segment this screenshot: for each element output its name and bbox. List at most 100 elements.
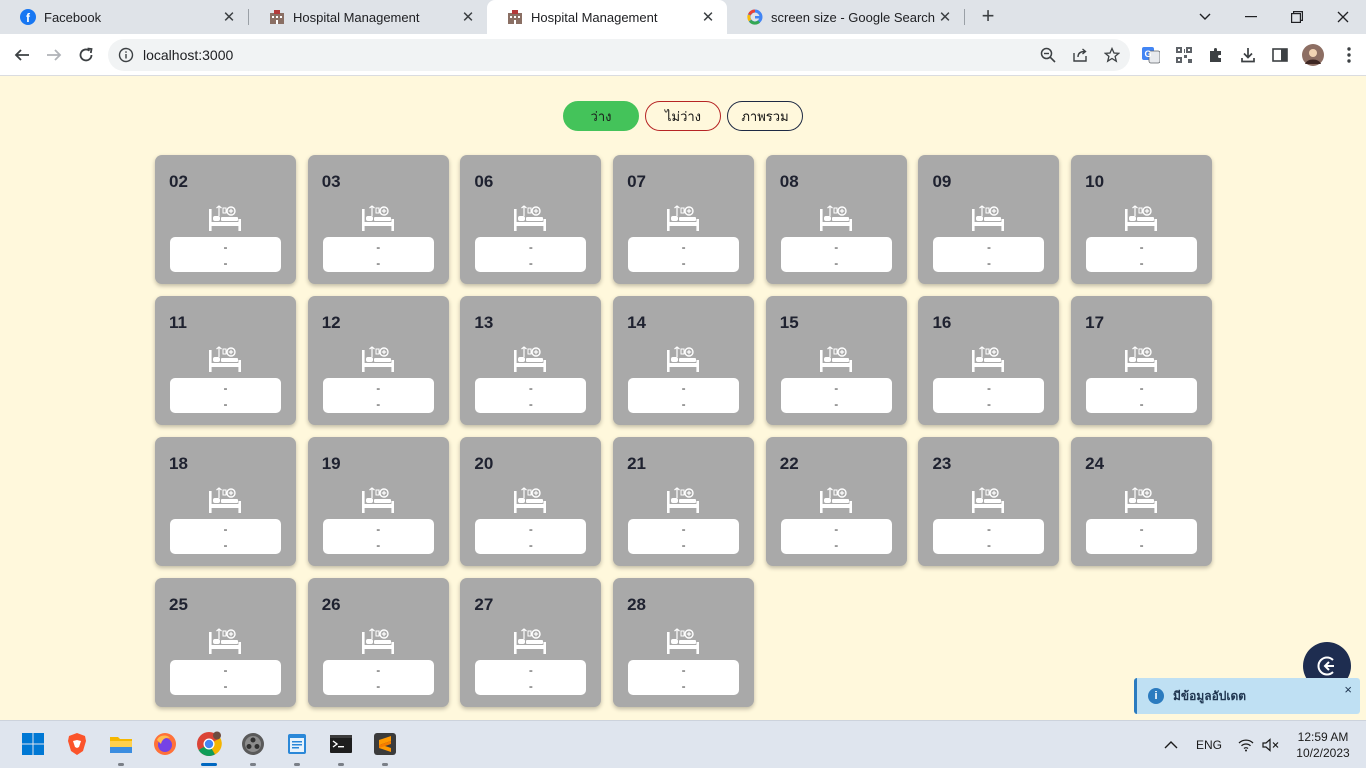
bed-patient-info: -- bbox=[780, 378, 892, 413]
bed-card[interactable]: 13 - - bbox=[460, 296, 602, 425]
close-tab-icon[interactable]: ✕ bbox=[459, 8, 477, 26]
bed-card[interactable]: 17 - - bbox=[1071, 296, 1213, 425]
bed-patient-info: -- bbox=[475, 237, 587, 272]
bed-card[interactable]: 27 - - bbox=[460, 578, 602, 707]
bed-number: 09 bbox=[932, 172, 952, 191]
google-translate-icon[interactable]: G bbox=[1142, 46, 1160, 64]
windows-start-icon[interactable] bbox=[20, 731, 46, 757]
hospital-bed-icon bbox=[513, 205, 547, 233]
bed-patient-info: -- bbox=[322, 237, 434, 272]
bookmark-star-icon[interactable] bbox=[1102, 45, 1122, 65]
bed-card[interactable]: 06 - - bbox=[460, 155, 602, 284]
bed-info-line: - bbox=[986, 239, 991, 254]
new-tab-button[interactable]: + bbox=[976, 5, 1000, 29]
browser-menu-icon[interactable] bbox=[1340, 46, 1358, 64]
bed-card[interactable]: 12 - - bbox=[307, 296, 449, 425]
bed-number: 19 bbox=[321, 454, 341, 473]
show-hidden-icons-chevron-icon[interactable] bbox=[1164, 721, 1178, 768]
side-panel-icon[interactable] bbox=[1271, 46, 1289, 64]
bed-card[interactable]: 24 - - bbox=[1071, 437, 1213, 566]
file-explorer-icon[interactable] bbox=[108, 731, 134, 766]
tab-hospital-management[interactable]: Hospital Management ✕ bbox=[249, 0, 487, 34]
tab-facebook[interactable]: f Facebook ✕ bbox=[0, 0, 248, 34]
close-tab-icon[interactable]: ✕ bbox=[699, 8, 717, 26]
filter-unavailable-button[interactable]: ไม่ว่าง bbox=[645, 101, 721, 131]
close-tab-icon[interactable]: ✕ bbox=[220, 8, 238, 26]
bed-card[interactable]: 23 - - bbox=[918, 437, 1060, 566]
bed-info-line: - bbox=[376, 537, 381, 552]
bed-info-line: - bbox=[681, 239, 686, 254]
tab-title: Facebook bbox=[44, 9, 102, 25]
bed-patient-info: -- bbox=[780, 519, 892, 554]
bed-patient-info: -- bbox=[170, 378, 281, 413]
bed-info-line: - bbox=[223, 678, 228, 693]
chrome-icon[interactable] bbox=[196, 731, 222, 766]
qr-code-icon[interactable] bbox=[1175, 46, 1193, 64]
filter-overview-button[interactable]: ภาพรวม bbox=[727, 101, 803, 131]
downloads-icon[interactable] bbox=[1239, 46, 1257, 64]
url-text[interactable]: localhost:3000 bbox=[143, 47, 233, 63]
forward-arrow-icon[interactable] bbox=[41, 42, 67, 68]
bed-card[interactable]: 02 - - bbox=[155, 155, 296, 284]
hospital-bed-icon bbox=[361, 487, 395, 515]
clock-time: 12:59 AM bbox=[1297, 730, 1349, 744]
bed-card[interactable]: 07 - - bbox=[613, 155, 755, 284]
bed-info-line: - bbox=[681, 662, 686, 677]
hospital-bed-icon bbox=[513, 346, 547, 374]
filter-available-button[interactable]: ว่าง bbox=[563, 101, 639, 131]
bed-card[interactable]: 03 - - bbox=[307, 155, 449, 284]
bed-card[interactable]: 09 - - bbox=[918, 155, 1060, 284]
toast-close-button[interactable]: × bbox=[1344, 682, 1352, 697]
bed-card[interactable]: 14 - - bbox=[613, 296, 755, 425]
bed-card[interactable]: 16 - - bbox=[918, 296, 1060, 425]
bed-info-line: - bbox=[223, 662, 228, 677]
tab-google-search[interactable]: screen size - Google Search ✕ bbox=[727, 0, 964, 34]
bed-card[interactable]: 26 - - bbox=[307, 578, 449, 707]
sublime-text-icon[interactable] bbox=[372, 731, 398, 766]
wifi-icon[interactable] bbox=[1238, 721, 1254, 768]
volume-muted-icon[interactable] bbox=[1262, 721, 1280, 768]
bed-card[interactable]: 21 - - bbox=[613, 437, 755, 566]
info-icon: i bbox=[1148, 688, 1164, 704]
bed-grid: 02- -03- -06- -07- -08- -09- -10- -11- -12- -13- -… bbox=[155, 155, 1213, 707]
bed-card[interactable]: 28 - - bbox=[613, 578, 755, 707]
bed-card[interactable]: 19 - - bbox=[307, 437, 449, 566]
bed-info-line: - bbox=[223, 255, 228, 270]
tab-search-chevron-icon[interactable] bbox=[1182, 0, 1228, 34]
bed-card[interactable]: 25 - - bbox=[155, 578, 296, 707]
taskbar-clock[interactable]: 12:59 AM 10/2/2023 bbox=[1288, 729, 1358, 761]
terminal-icon[interactable] bbox=[328, 731, 354, 766]
obs-studio-icon[interactable] bbox=[240, 731, 266, 766]
bed-card[interactable]: 20 - - bbox=[460, 437, 602, 566]
profile-avatar[interactable] bbox=[1302, 44, 1324, 66]
zoom-out-icon[interactable] bbox=[1038, 45, 1058, 65]
bed-card[interactable]: 15 - - bbox=[765, 296, 907, 425]
notepad-icon[interactable] bbox=[284, 731, 310, 766]
bed-number: 12 bbox=[321, 313, 341, 332]
tab-hospital-management-active[interactable]: Hospital Management ✕ bbox=[487, 0, 727, 34]
tab-title: Hospital Management bbox=[293, 9, 420, 25]
bed-card[interactable]: 10 - - bbox=[1071, 155, 1213, 284]
bed-info-line: - bbox=[681, 521, 686, 536]
minimize-button[interactable] bbox=[1228, 0, 1274, 34]
share-icon[interactable] bbox=[1070, 45, 1090, 65]
address-bar[interactable]: localhost:3000 bbox=[108, 39, 1130, 71]
back-arrow-icon[interactable] bbox=[9, 42, 35, 68]
bed-card[interactable]: 18 - - bbox=[155, 437, 296, 566]
brave-browser-icon[interactable] bbox=[64, 731, 90, 757]
site-info-icon[interactable] bbox=[118, 47, 134, 63]
close-tab-icon[interactable]: ✕ bbox=[936, 8, 954, 26]
bed-card[interactable]: 08 - - bbox=[765, 155, 907, 284]
firefox-icon[interactable] bbox=[152, 731, 178, 757]
reload-icon[interactable] bbox=[73, 42, 99, 68]
input-language[interactable]: ENG bbox=[1196, 721, 1222, 768]
bed-info-line: - bbox=[223, 396, 228, 411]
close-window-button[interactable] bbox=[1320, 0, 1366, 34]
bed-info-line: - bbox=[376, 678, 381, 693]
bed-info-line: - bbox=[528, 255, 533, 270]
bed-card[interactable]: 22 - - bbox=[765, 437, 907, 566]
extensions-puzzle-icon[interactable] bbox=[1207, 46, 1225, 64]
bed-number: 15 bbox=[779, 313, 799, 332]
restore-button[interactable] bbox=[1274, 0, 1320, 34]
bed-card[interactable]: 11 - - bbox=[155, 296, 296, 425]
